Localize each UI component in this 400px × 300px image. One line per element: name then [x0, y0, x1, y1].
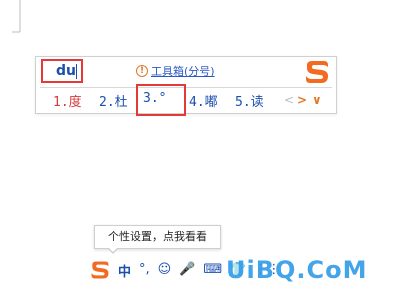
microphone-icon[interactable]: 🎤 — [179, 260, 195, 280]
info-icon: ! — [136, 65, 148, 77]
keyboard-icon[interactable]: ⌨ — [203, 260, 222, 280]
prev-page-icon[interactable]: < — [284, 93, 294, 107]
candidate-index: 1. — [53, 95, 69, 110]
next-page-icon[interactable]: > — [297, 93, 307, 107]
composition-highlight[interactable]: du — [41, 59, 83, 83]
composition-text: du — [56, 63, 76, 79]
tooltip-arrow — [107, 247, 119, 254]
toolbox-link[interactable]: ! 工具箱(分号) — [136, 63, 215, 79]
candidate-index: 2. — [99, 95, 115, 110]
candidate-text: 杜 — [114, 95, 128, 110]
candidate-2[interactable]: 2.杜 — [99, 91, 128, 110]
candidate-text: 度 — [68, 95, 82, 110]
candidate-5[interactable]: 5.读 — [235, 91, 264, 110]
candidate-text: 嘟 — [204, 95, 218, 110]
candidate-3-highlight — [136, 84, 186, 116]
tooltip-text: 个性设置，点我看看 — [108, 230, 207, 243]
sogou-logo-icon[interactable] — [90, 260, 110, 280]
candidate-text: 读 — [250, 95, 264, 110]
candidate-index: 5. — [235, 95, 251, 110]
candidate-index: 4. — [189, 95, 205, 110]
candidate-4[interactable]: 4.嘟 — [189, 91, 218, 110]
settings-tooltip: 个性设置，点我看看 — [94, 225, 221, 254]
candidate-row: 1.度 2.杜 3.° 4.嘟 5.读 < > ∨ — [36, 84, 336, 116]
composition-row: du ! 工具箱(分号) — [36, 57, 336, 86]
expand-icon[interactable]: ∨ — [312, 93, 322, 107]
chinese-mode-toggle[interactable]: 中 — [118, 261, 131, 280]
page-corner-guide — [12, 0, 21, 33]
watermark: UiBQ.CoM — [226, 256, 368, 284]
ime-candidate-window: du ! 工具箱(分号) 1.度 2.杜 3.° 4.嘟 5.读 < > ∨ — [35, 56, 337, 116]
punctuation-toggle[interactable]: °, — [139, 260, 150, 280]
text-caret — [76, 64, 77, 79]
candidate-1[interactable]: 1.度 — [53, 91, 82, 110]
toolbox-label: 工具箱(分号) — [151, 65, 215, 78]
emoji-icon[interactable]: ☺ — [158, 260, 172, 280]
sogou-logo-icon[interactable] — [304, 60, 330, 84]
